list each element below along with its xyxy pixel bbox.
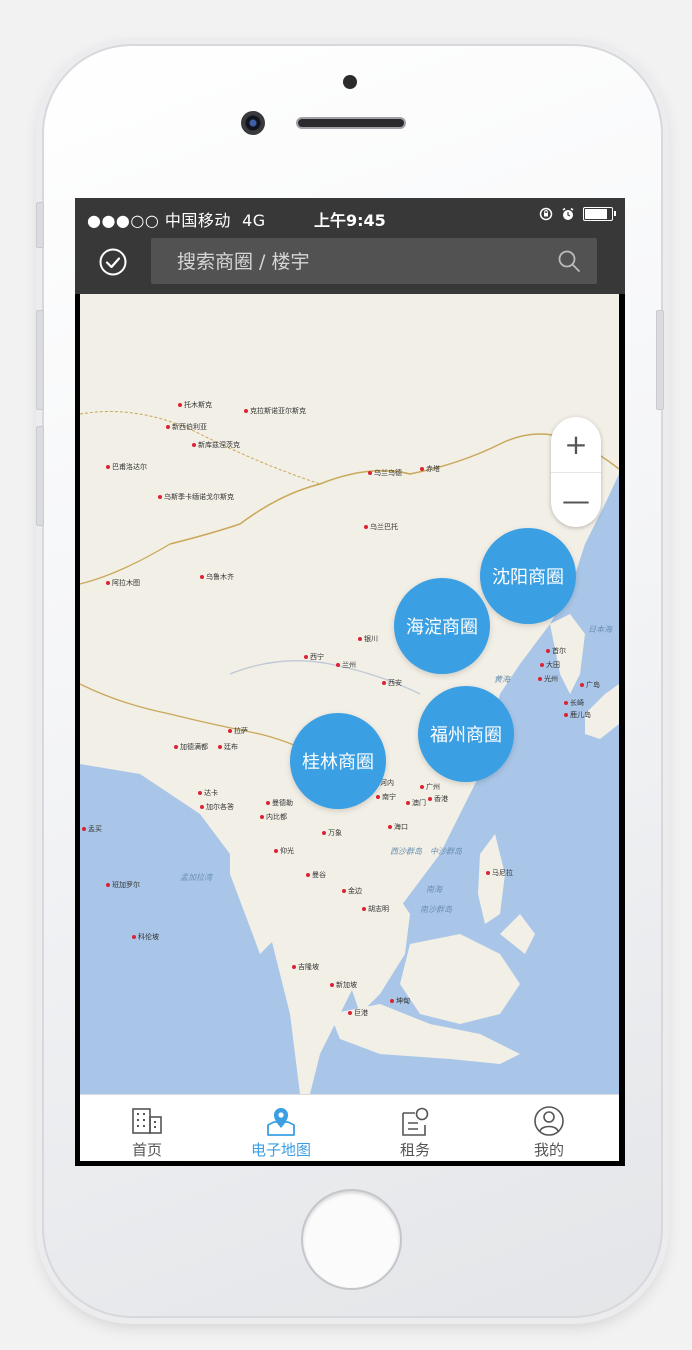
front-camera (241, 111, 265, 135)
map-label: 光州 (538, 674, 558, 684)
map-label: 巨港 (348, 1008, 368, 1018)
earpiece-speaker (296, 117, 406, 129)
tab-lease[interactable]: 租务 (348, 1095, 482, 1161)
map-label: 兰州 (336, 660, 356, 670)
tab-map[interactable]: 电子地图 (214, 1095, 348, 1161)
map-terrain (80, 294, 619, 1094)
volume-down-button (36, 426, 44, 526)
area-bubble-fuzhou[interactable]: 福州商圈 (418, 686, 514, 782)
map-label: 达卡 (198, 788, 218, 798)
map-label: 西安 (382, 678, 402, 688)
map-label: 西宁 (304, 652, 324, 662)
zoom-control: + — (551, 417, 601, 527)
map-label: 乌兰巴托 (364, 522, 398, 532)
sea-label: 日本海 (588, 625, 612, 634)
map-label: 新库兹涅茨克 (192, 440, 240, 450)
map-label: 南宁 (376, 792, 396, 802)
proximity-sensor (343, 75, 357, 89)
map-label: 胡志明 (362, 904, 389, 914)
map-label: 克拉斯诺亚尔斯克 (244, 406, 306, 416)
map-label: 乌兰乌德 (368, 468, 402, 478)
map-label: 加德满都 (174, 742, 208, 752)
map-label: 大田 (540, 660, 560, 670)
power-button (656, 310, 664, 410)
alarm-icon (562, 207, 574, 220)
search-box[interactable] (151, 238, 597, 284)
top-navbar (75, 234, 625, 294)
tab-profile[interactable]: 我的 (482, 1095, 616, 1161)
map-label: 阿拉木图 (106, 578, 140, 588)
map-pin-icon (267, 1108, 295, 1136)
map-label: 曼谷 (306, 870, 326, 880)
map-label: 仰光 (274, 846, 294, 856)
map-label: 金边 (342, 886, 362, 896)
tab-label: 电子地图 (250, 1141, 311, 1159)
tab-label: 租务 (399, 1141, 430, 1159)
map-label: 吉隆坡 (292, 962, 319, 972)
map-label: 广岛 (580, 680, 600, 690)
sea-label: 孟加拉湾 (180, 873, 212, 882)
status-carrier: ●●●○○ 中国移动 4G (87, 211, 266, 230)
map-label: 乌斯季卡缅诺戈尔斯克 (158, 492, 234, 502)
user-icon (534, 1106, 564, 1136)
status-bar: ●●●○○ 中国移动 4G 上午9:45 (75, 198, 625, 234)
map-label: 海口 (388, 822, 408, 832)
sea-label: 南海 (426, 885, 442, 894)
map-view[interactable]: 托木斯克 克拉斯诺亚尔斯克 新西伯利亚 新库兹涅茨克 巴甫洛达尔 乌斯季卡缅诺戈… (80, 294, 619, 1094)
battery-icon (583, 207, 616, 221)
map-label: 万象 (322, 828, 342, 838)
area-bubble-haidian[interactable]: 海淀商圈 (394, 578, 490, 674)
zoom-in-button[interactable]: + (551, 417, 601, 472)
map-label: 广州 (420, 782, 440, 792)
search-input[interactable] (175, 246, 539, 278)
sea-label: 西沙群岛 (390, 847, 422, 856)
orientation-lock-icon (539, 207, 553, 221)
mute-switch (36, 202, 44, 248)
map-label: 拉萨 (228, 726, 248, 736)
check-circle-icon[interactable] (97, 246, 129, 278)
area-bubble-shenyang[interactable]: 沈阳商圈 (480, 528, 576, 624)
map-label: 加尔各答 (200, 802, 234, 812)
map-label: 托木斯克 (178, 400, 212, 410)
map-label: 马尼拉 (486, 868, 513, 878)
search-icon[interactable] (557, 249, 581, 273)
map-label: 科伦坡 (132, 932, 159, 942)
tab-label: 首页 (131, 1141, 162, 1159)
map-label: 长崎 (564, 698, 584, 708)
map-label: 澳门 (406, 798, 426, 808)
volume-up-button (36, 310, 44, 410)
map-label: 巴甫洛达尔 (106, 462, 147, 472)
phone-screen: ●●●○○ 中国移动 4G 上午9:45 搜索商圈 / 楼宇 托木斯克 克拉斯诺… (75, 198, 625, 1166)
sea-label: 南沙群岛 (420, 905, 452, 914)
home-button[interactable] (301, 1189, 402, 1290)
map-label: 乌鲁木齐 (200, 572, 234, 582)
sea-label: 黄海 (494, 675, 510, 684)
map-label: 鹿儿岛 (564, 710, 591, 720)
tab-home[interactable]: 首页 (80, 1095, 214, 1161)
building-icon (132, 1108, 162, 1134)
map-label: 新加坡 (330, 980, 357, 990)
tab-label: 我的 (533, 1141, 564, 1159)
sea-label: 中沙群岛 (430, 847, 462, 856)
status-icons (539, 207, 616, 221)
lease-icon (402, 1107, 429, 1136)
map-label: 新西伯利亚 (166, 422, 207, 432)
status-time: 上午9:45 (314, 211, 386, 230)
status-network: 4G (242, 211, 266, 230)
map-label: 廷布 (218, 742, 238, 752)
map-label: 银川 (358, 634, 378, 644)
map-label: 班加罗尔 (106, 880, 140, 890)
area-bubble-guilin[interactable]: 桂林商圈 (290, 713, 386, 809)
map-label: 香港 (428, 794, 448, 804)
map-label: 赤塔 (420, 464, 440, 474)
map-label: 曼德勒 (266, 798, 293, 808)
zoom-out-button[interactable]: — (551, 472, 601, 528)
bottom-tab-bar: 首页 电子地图 租务 我的 (80, 1094, 619, 1161)
map-label: 坤甸 (390, 996, 410, 1006)
map-label: 孟买 (82, 824, 102, 834)
map-label: 首尔 (546, 646, 566, 656)
map-label: 内比都 (260, 812, 287, 822)
